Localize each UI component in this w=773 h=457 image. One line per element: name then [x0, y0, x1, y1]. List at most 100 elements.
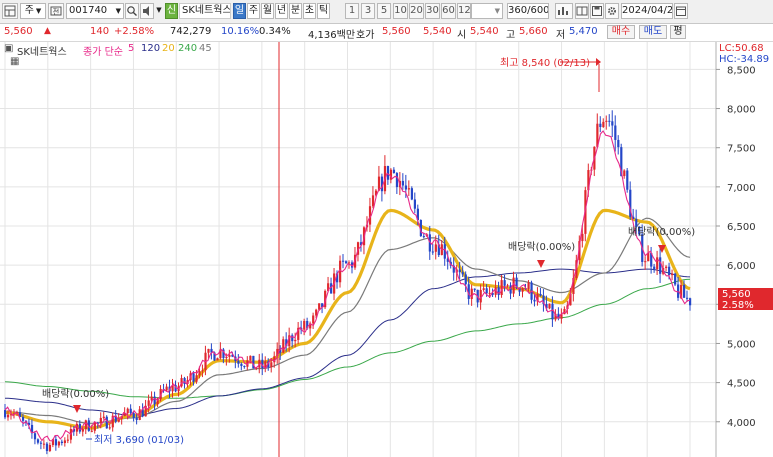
candle-body-224 — [674, 273, 677, 285]
candle-body-115 — [347, 262, 351, 264]
open-price: 5,540 — [470, 26, 499, 37]
legend-ma120: 120 — [141, 43, 161, 54]
search-icon[interactable] — [125, 3, 139, 19]
chevron-down-icon: ▼ — [35, 7, 42, 15]
period-button-6[interactable]: 틱 — [317, 3, 330, 19]
interval-button-0[interactable]: 1 — [345, 3, 359, 19]
layout-icon[interactable] — [2, 3, 18, 19]
candle-body-32 — [99, 417, 102, 423]
interval-button-7[interactable]: 120 — [457, 3, 471, 19]
dividend-annotation-3: 배당락(0.00%) — [628, 226, 695, 238]
up-arrow-icon: ▲ — [44, 26, 51, 36]
y-tick-label-9: 8,500 — [727, 65, 756, 76]
candle-body-14 — [45, 443, 49, 451]
candle-body-136 — [410, 188, 414, 200]
interval-button-3[interactable]: 10 — [393, 3, 408, 19]
chevron-down-icon[interactable]: ▼ — [155, 3, 163, 19]
hc-label: HC:-34.89 — [719, 54, 769, 65]
period-select[interactable]: 주 ▼ — [20, 3, 46, 19]
period-button-0[interactable]: 일 — [233, 3, 246, 19]
sound-icon[interactable] — [140, 3, 154, 19]
change-percent: +2.58% — [114, 26, 155, 37]
code-input[interactable]: 001740 ▼ — [66, 3, 124, 19]
rate-2: 0.34% — [259, 26, 291, 37]
interval-button-1[interactable]: 3 — [361, 3, 375, 19]
candle-body-187 — [563, 308, 566, 315]
candle-body-26 — [81, 429, 84, 432]
candle-body-42 — [129, 408, 132, 414]
market-dropdown-icon[interactable]: 전 — [48, 3, 64, 19]
interval-input[interactable]: ▼ — [471, 3, 503, 19]
period-button-4[interactable]: 분 — [289, 3, 302, 19]
candle-body-200 — [602, 121, 605, 128]
y-tick-label-6: 7,000 — [727, 183, 756, 194]
ask-label: 호가 — [356, 30, 375, 41]
interval-button-5[interactable]: 30 — [425, 3, 440, 19]
calendar-icon[interactable] — [674, 3, 688, 19]
candle-body-227 — [683, 284, 686, 298]
y-tick-label-1: 4,500 — [727, 379, 756, 390]
split-icon[interactable] — [575, 3, 589, 19]
y-tick-label-4: 6,000 — [727, 261, 756, 272]
candle-body-20 — [63, 440, 67, 444]
chart-settings-icon[interactable] — [555, 3, 573, 19]
legend-ma240: 240 — [178, 43, 198, 54]
candle-body-140 — [422, 236, 425, 238]
indicator-settings-icon[interactable]: ▦ — [10, 56, 19, 67]
open-label: 시 — [457, 30, 467, 41]
candle-body-68 — [207, 348, 210, 353]
price-tag-percent: 2.58% — [722, 300, 754, 311]
candle-body-96 — [291, 335, 294, 342]
save-icon[interactable] — [590, 3, 604, 19]
dividend-annotation-2: 배당락(0.00%) — [508, 241, 575, 253]
interval-button-4[interactable]: 20 — [409, 3, 424, 19]
candle-body-207 — [623, 170, 626, 177]
candle-body-112 — [339, 260, 342, 283]
gear-icon[interactable] — [605, 3, 619, 19]
candle-body-208 — [626, 170, 629, 190]
interval-button-2[interactable]: 5 — [377, 3, 391, 19]
candle-body-93 — [282, 339, 285, 353]
period-button-5[interactable]: 초 — [303, 3, 316, 19]
period-button-3[interactable]: 년 — [275, 3, 288, 19]
price-chart[interactable]: 4,0004,5005,0005,5006,0006,5007,0007,500… — [0, 42, 773, 457]
candle-body-203 — [611, 121, 614, 126]
trade-amount: 4,136백만 — [308, 30, 356, 41]
candle-body-160 — [482, 288, 485, 290]
low-annotation: 최저 3,690 (01/03) — [94, 434, 184, 446]
period-button-1[interactable]: 주 — [247, 3, 260, 19]
candle-body-128 — [386, 166, 390, 180]
candle-body-113 — [342, 260, 345, 262]
period-button-2[interactable]: 월 — [261, 3, 274, 19]
candle-body-168 — [506, 285, 509, 287]
candle-body-12 — [39, 442, 43, 444]
candle-body-43 — [132, 413, 135, 418]
high-label: 고 — [506, 30, 516, 41]
candle-body-157 — [473, 288, 476, 290]
count-input[interactable]: 360/600 — [507, 3, 549, 19]
candle-body-193 — [581, 233, 584, 242]
interval-button-6[interactable]: 60 — [441, 3, 456, 19]
candle-body-33 — [102, 416, 105, 418]
y-tick-label-7: 7,500 — [727, 144, 756, 155]
candle-body-71 — [216, 358, 219, 361]
candle-body-143 — [431, 251, 434, 253]
candle-body-100 — [303, 320, 306, 330]
candle-body-152 — [458, 269, 461, 273]
sell-button[interactable]: 매도 — [639, 25, 667, 39]
candle-body-63 — [192, 373, 195, 382]
eval-button[interactable]: 평 — [670, 25, 686, 39]
candle-body-137 — [413, 199, 417, 209]
price-tag-value: 5,560 — [722, 289, 751, 300]
candle-body-17 — [54, 439, 58, 446]
candle-body-123 — [371, 195, 375, 207]
candle-body-222 — [668, 266, 671, 276]
candle-body-29 — [90, 430, 93, 432]
candle-body-21 — [66, 439, 70, 441]
y-tick-label-0: 4,000 — [727, 418, 756, 429]
candle-body-25 — [78, 423, 81, 432]
candle-body-54 — [165, 386, 168, 391]
candle-body-65 — [198, 371, 201, 376]
date-input[interactable]: 2024/04/23 — [621, 3, 673, 19]
buy-button[interactable]: 매수 — [607, 25, 635, 39]
